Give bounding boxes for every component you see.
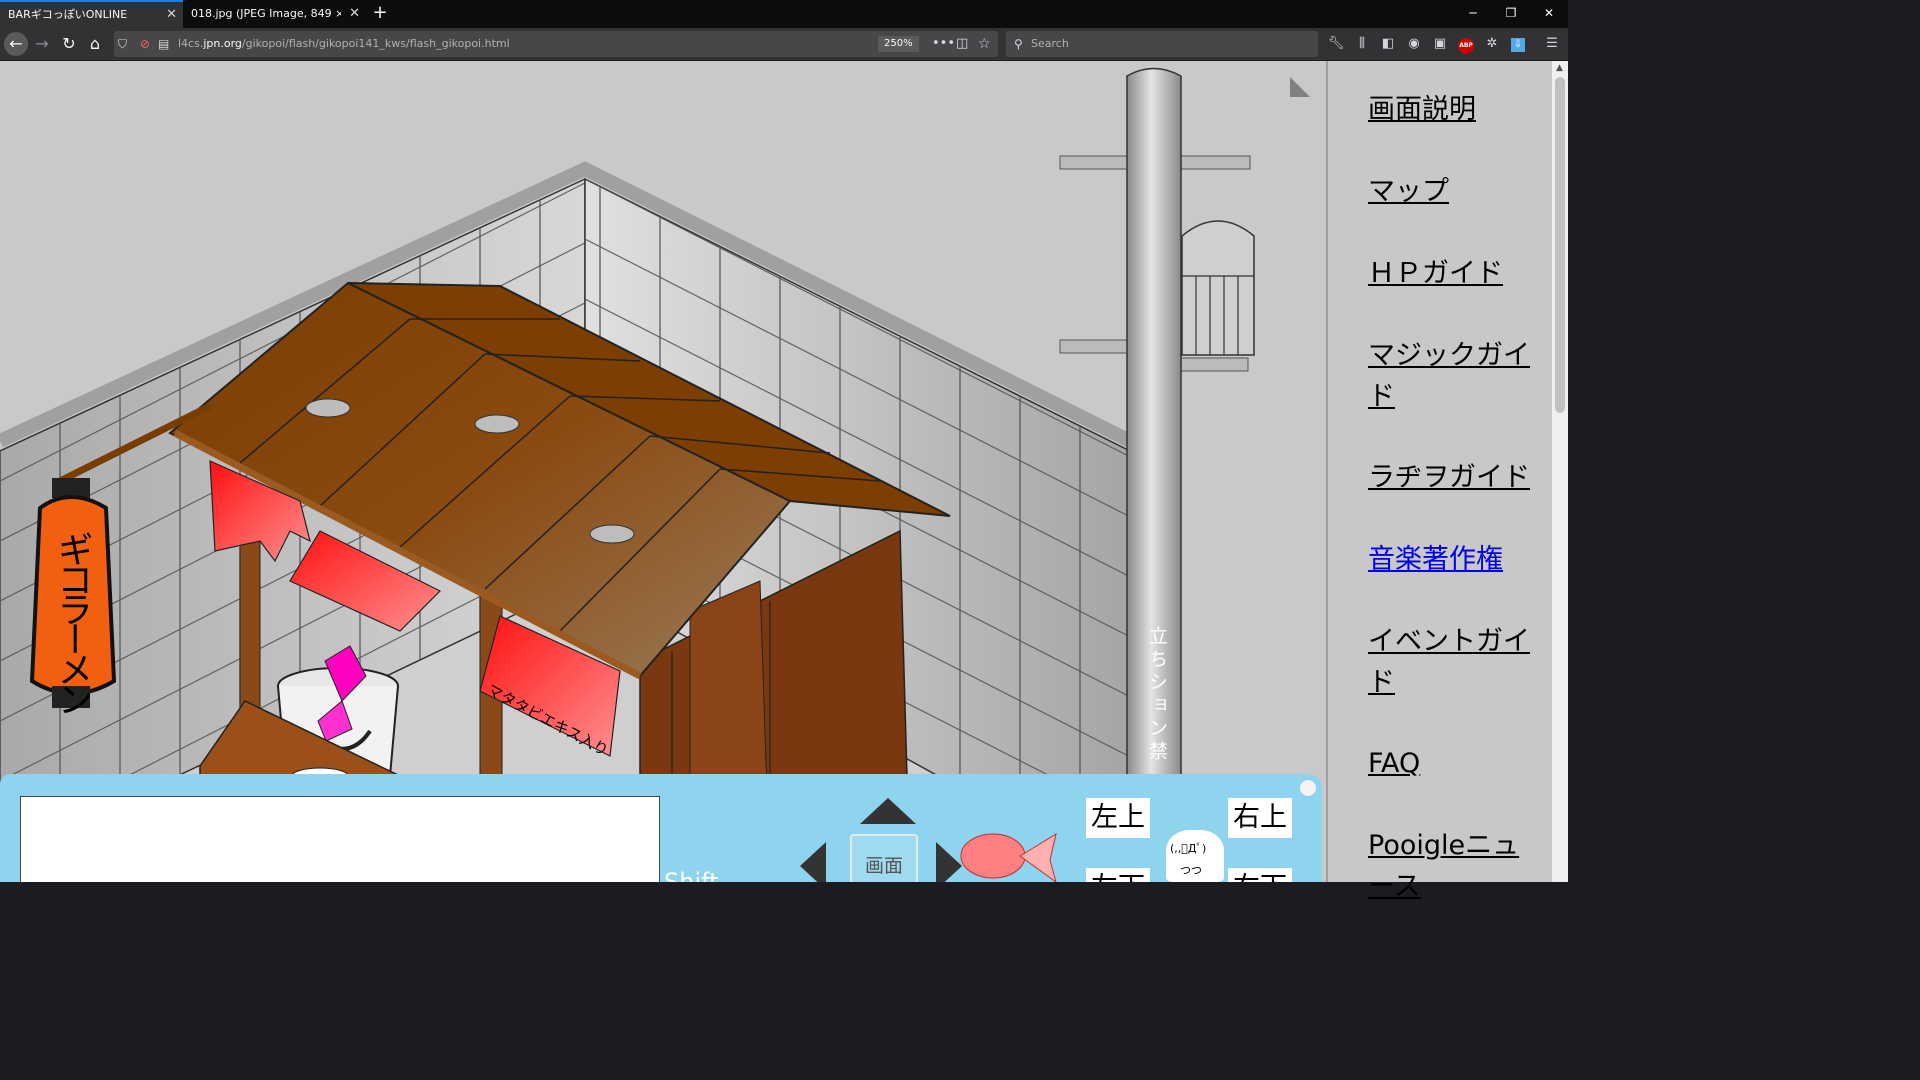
link-radio-guide[interactable]: ラヂヲガイド (1368, 457, 1543, 498)
address-bar[interactable]: ⛉ ⊘ ▤ l4cs.jpn.org/gikopoi/flash/gikopoi… (114, 31, 998, 57)
page-icon: ▤ (158, 37, 170, 51)
scroll-thumb[interactable] (1555, 77, 1565, 413)
home-button[interactable]: ⌂ (83, 32, 107, 56)
minimize-button[interactable]: ─ (1454, 0, 1492, 28)
link-map[interactable]: マップ (1368, 171, 1543, 212)
link-screen-help[interactable]: 画面説明 (1368, 89, 1543, 130)
tab-gikopoi[interactable]: BARギコっぽいONLINE ✕ (0, 0, 183, 28)
ramen-stall-illustration: 立ちション禁 マタタビエキス入り ギコラーメン (0, 67, 1310, 882)
navigation-toolbar: ← → ↻ ⌂ ⛉ ⊘ ▤ l4cs.jpn.org/gikopoi/flash… (0, 28, 1568, 60)
account-icon[interactable]: ◉ (1403, 32, 1425, 56)
link-event-guide[interactable]: イベントガイド (1368, 621, 1543, 703)
pocket-icon[interactable]: ◫ (956, 31, 968, 57)
adblock-icon[interactable]: ABP (1455, 32, 1477, 56)
arrow-up-button[interactable] (860, 798, 916, 824)
restore-button[interactable]: ❐ (1492, 0, 1530, 28)
scroll-up-icon[interactable]: ▲ (1556, 63, 1563, 73)
tab-close-icon[interactable]: ✕ (349, 0, 360, 28)
tab-strip: BARギコっぽいONLINE ✕ 018.jpg (JPEG Image, 84… (0, 0, 1568, 28)
lower-right-button[interactable]: 右下 (1228, 868, 1292, 882)
tab-close-icon[interactable]: ✕ (166, 2, 177, 28)
back-button[interactable]: ← (4, 32, 28, 56)
link-faq[interactable]: FAQ (1368, 743, 1543, 784)
bookmark-star-icon[interactable]: ☆ (978, 31, 991, 57)
more-actions-icon[interactable]: ••• (932, 31, 955, 57)
search-placeholder: Search (1031, 37, 1069, 50)
game-scene[interactable]: 立ちション禁 マタタビエキス入り ギコラーメン (0, 61, 1326, 882)
goldfish-icon (958, 826, 1058, 882)
panel-toggle-icon[interactable] (1300, 780, 1316, 796)
chat-log[interactable] (20, 796, 660, 882)
giko-cat-icon: (,,ﾟДﾟ) つつ (1166, 830, 1224, 882)
link-pooigle-news[interactable]: Pooigleニュース (1368, 825, 1543, 907)
page-scrollbar[interactable]: ▲ (1552, 61, 1568, 882)
tab-image[interactable]: 018.jpg (JPEG Image, 849 × 608 pixels) ✕ (183, 0, 366, 28)
help-sidebar: 画面説明 マップ ＨＰガイド マジックガイド ラヂヲガイド 音楽著作権 イベント… (1326, 61, 1552, 902)
insecure-lock-icon[interactable]: ⊘ (140, 31, 150, 57)
shield-icon[interactable]: ⛉ (118, 31, 127, 57)
menu-hamburger-icon[interactable]: ☰ (1541, 32, 1563, 56)
search-bar[interactable]: ⚲ Search (1006, 31, 1318, 57)
upper-left-button[interactable]: 左上 (1086, 798, 1150, 838)
lantern-text: ギコラーメン (52, 531, 93, 713)
new-tab-button[interactable]: + (370, 0, 390, 28)
corner-marker-icon (1290, 77, 1310, 97)
screen-button[interactable]: 画面 (850, 834, 918, 882)
tab-label: BARギコっぽいONLINE (8, 8, 128, 21)
link-music-copyright[interactable]: 音楽著作権 (1368, 539, 1543, 580)
reload-button[interactable]: ↻ (57, 32, 81, 56)
zoom-indicator[interactable]: 250% (878, 36, 919, 52)
screenshot-icon[interactable]: ▣ (1429, 32, 1451, 56)
close-window-button[interactable]: ✕ (1530, 0, 1568, 28)
tab-label: 018.jpg (JPEG Image, 849 × 608 pixels) (191, 7, 341, 20)
extension-gear-icon[interactable]: ✲ (1481, 32, 1503, 56)
wrench-icon[interactable]: 🔧︎ (1325, 32, 1347, 56)
lower-left-button[interactable]: 左下 (1086, 868, 1150, 882)
link-magic-guide[interactable]: マジックガイド (1368, 335, 1543, 417)
pole-sign-text: 立ちション禁 (1146, 626, 1168, 764)
game-controls-panel: Shift 画面 左上 右上 左下 右下 (,,ﾟДﾟ) つつ (0, 774, 1322, 882)
upper-right-button[interactable]: 右上 (1228, 798, 1292, 838)
forward-button[interactable]: → (30, 32, 54, 56)
sidebar-toggle-icon[interactable]: ◧ (1377, 32, 1399, 56)
link-hp-guide[interactable]: ＨＰガイド (1368, 253, 1543, 294)
arrow-left-button[interactable] (800, 842, 826, 882)
download-icon[interactable]: ⇩ (1507, 32, 1529, 56)
library-icon[interactable]: ⫼ (1351, 32, 1373, 56)
shift-label: Shift (664, 868, 719, 882)
url-text: l4cs.jpn.org/gikopoi/flash/gikopoi141_kw… (178, 37, 510, 50)
search-icon: ⚲ (1014, 37, 1023, 51)
